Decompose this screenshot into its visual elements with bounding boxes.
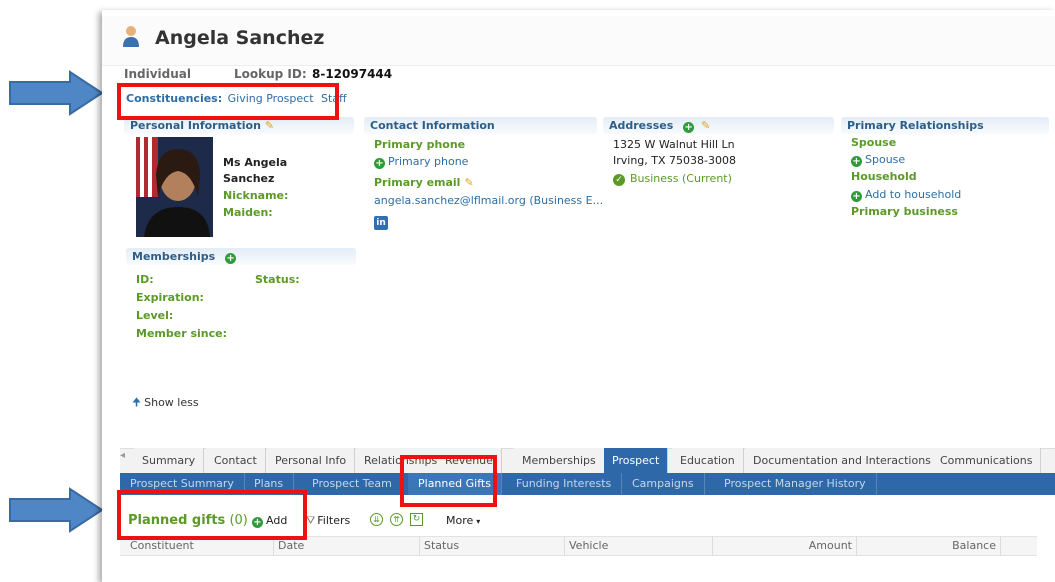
filter-icon: ⛛ — [306, 514, 316, 527]
nickname-label: Nickname: — [223, 189, 289, 202]
expand-all-icon[interactable]: ⇈ — [390, 513, 403, 526]
tab-prospect[interactable]: Prospect — [604, 448, 669, 474]
personal-info-title: Personal Information — [130, 119, 261, 132]
primary-email-label: Primary email ✎ — [374, 176, 474, 189]
highlight-planned-gifts-tab — [400, 455, 497, 507]
column-status[interactable]: Status — [420, 536, 565, 556]
highlight-planned-gifts-grid — [117, 490, 307, 540]
address-status-label: Business (Current) — [630, 172, 732, 185]
arrow-up-icon: 🠉 — [132, 396, 142, 409]
household-label: Household — [851, 170, 917, 183]
personal-name-line1: Ms Angela — [223, 156, 288, 169]
contact-info-header: Contact Information — [364, 117, 597, 134]
edit-pencil-icon[interactable]: ✎ — [464, 176, 473, 189]
column-balance[interactable]: Balance — [857, 536, 1001, 556]
show-less-label: Show less — [144, 396, 199, 409]
person-icon — [123, 26, 139, 47]
add-icon: + — [851, 191, 862, 202]
linkedin-icon[interactable]: in — [374, 216, 388, 230]
addresses-header: Addresses + ✎ — [603, 117, 834, 134]
addresses-title: Addresses — [609, 119, 674, 132]
edit-pencil-icon[interactable]: ✎ — [265, 119, 274, 132]
memberships-title: Memberships — [132, 250, 216, 263]
record-type: Individual — [124, 67, 191, 81]
contact-info-title: Contact Information — [370, 119, 495, 132]
constituent-photo — [136, 137, 213, 237]
constituent-name: Angela Sanchez — [155, 27, 325, 49]
address-line1: 1325 W Walnut Hill Ln — [613, 138, 735, 151]
subtab-prospect-manager-history[interactable]: Prospect Manager History — [714, 473, 877, 495]
add-address-icon[interactable]: + — [683, 122, 695, 133]
membership-since-label: Member since: — [136, 327, 227, 340]
primary-email-value[interactable]: angela.sanchez@lflmail.org (Business E..… — [374, 194, 603, 207]
column-vehicle[interactable]: Vehicle — [565, 536, 713, 556]
callout-arrow-bottom — [9, 487, 104, 533]
address-status: ✓ Business (Current) — [613, 172, 732, 186]
grid-filters-button[interactable]: ⛛ Filters — [306, 514, 350, 528]
tab-scroll-left-icon[interactable]: ◂ — [120, 450, 125, 461]
maiden-label: Maiden: — [223, 206, 273, 219]
lookup-id-label: Lookup ID: — [234, 67, 307, 81]
relationships-title: Primary Relationships — [847, 119, 984, 132]
check-icon: ✓ — [613, 174, 625, 186]
primary-business-label: Primary business — [851, 205, 958, 218]
highlight-constituencies — [117, 83, 339, 120]
tab-education[interactable]: Education — [672, 448, 744, 474]
caret-down-icon: ▾ — [476, 517, 481, 526]
add-icon: + — [851, 156, 862, 167]
refresh-icon[interactable]: ↻ — [410, 513, 423, 526]
memberships-header: Memberships + — [126, 248, 356, 265]
address-line2: Irving, TX 75038-3008 — [613, 154, 736, 167]
relationships-header: Primary Relationships — [841, 117, 1049, 134]
add-primary-phone-label: Primary phone — [388, 155, 469, 168]
add-to-household[interactable]: + Add to household — [851, 188, 961, 202]
primary-phone-label: Primary phone — [374, 138, 466, 151]
membership-level-label: Level: — [136, 309, 174, 322]
grid-more-label: More — [446, 514, 474, 527]
tab-memberships[interactable]: Memberships — [514, 448, 605, 474]
subtab-prospect-team[interactable]: Prospect Team — [302, 473, 403, 495]
add-to-household-label: Add to household — [865, 188, 962, 201]
grid-more-menu[interactable]: More ▾ — [446, 514, 480, 527]
add-spouse-label: Spouse — [865, 153, 906, 166]
add-primary-phone[interactable]: + Primary phone — [374, 155, 468, 169]
primary-email-title: Primary email — [374, 176, 461, 189]
edit-pencil-icon[interactable]: ✎ — [701, 119, 710, 132]
subtab-campaigns[interactable]: Campaigns — [622, 473, 705, 495]
lookup-id-value: 8-12097444 — [312, 67, 393, 81]
column-amount[interactable]: Amount — [713, 536, 857, 556]
callout-arrow-top — [9, 70, 104, 116]
add-membership-icon[interactable]: + — [225, 253, 237, 264]
show-less-link[interactable]: 🠉 Show less — [132, 394, 199, 413]
tab-contact[interactable]: Contact — [206, 448, 266, 474]
personal-name-line2: Sanchez — [223, 172, 275, 185]
tab-communications[interactable]: Communications — [932, 448, 1042, 474]
spouse-label: Spouse — [851, 136, 897, 149]
tab-documentation[interactable]: Documentation and Interactions — [745, 448, 940, 474]
add-spouse[interactable]: + Spouse — [851, 153, 905, 167]
tab-summary[interactable]: Summary — [134, 448, 205, 474]
membership-status-label: Status: — [255, 273, 300, 286]
add-icon: + — [374, 158, 385, 169]
tab-personal-info[interactable]: Personal Info — [267, 448, 356, 474]
subtab-funding-interests[interactable]: Funding Interests — [506, 473, 623, 495]
grid-filters-label: Filters — [317, 514, 351, 527]
collapse-all-icon[interactable]: ⇊ — [370, 513, 383, 526]
membership-id-label: ID: — [136, 273, 154, 286]
membership-expiration-label: Expiration: — [136, 291, 204, 304]
